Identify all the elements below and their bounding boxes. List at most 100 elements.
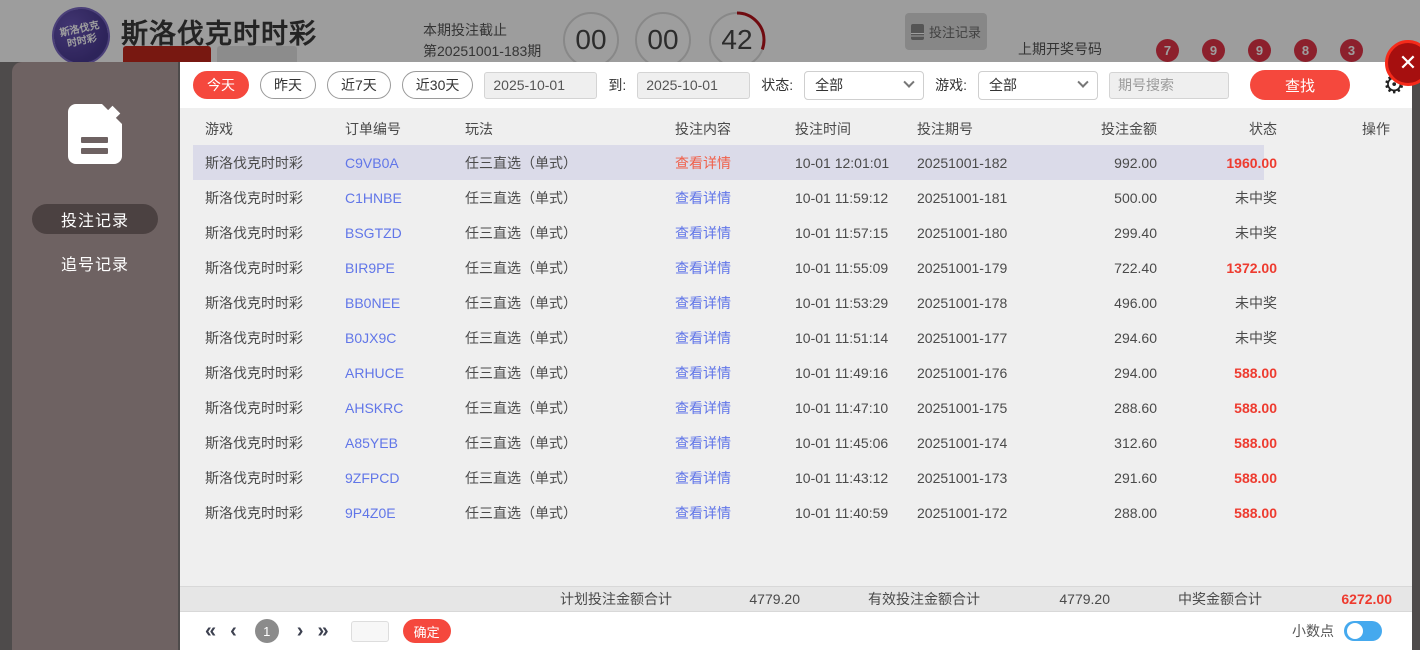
cell-order[interactable]: 9ZFPCD xyxy=(345,470,465,486)
date-from-input[interactable] xyxy=(484,71,598,99)
cell-order[interactable]: C9VB0A xyxy=(345,155,465,171)
cell-time: 10-01 11:51:14 xyxy=(795,329,889,346)
range-30days-button[interactable]: 近30天 xyxy=(401,71,474,99)
table-row: 斯洛伐克时时彩 9ZFPCD 任三直选（单式） 查看详情 10-01 11:43:12 2… xyxy=(180,460,1412,495)
range-yesterday-button[interactable]: 昨天 xyxy=(260,71,316,99)
header-play: 玩法 xyxy=(465,121,493,137)
cell-time: 10-01 11:53:29 xyxy=(795,294,889,311)
record-sidebar: 投注记录 追号记录 xyxy=(12,62,178,650)
cell-status: 588.00 xyxy=(1234,469,1277,486)
cell-order[interactable]: BB0NEE xyxy=(345,295,465,311)
page-jump-input[interactable] xyxy=(350,620,389,642)
cell-detail[interactable]: 查看详情 xyxy=(675,468,795,488)
header-content: 投注内容 xyxy=(675,121,731,137)
cell-play: 任三直选（单式） xyxy=(465,154,577,171)
cell-order[interactable]: BSGTZD xyxy=(345,225,465,241)
sidebar-item-bet-records[interactable]: 投注记录 xyxy=(32,204,158,234)
sidebar-item-chase-records[interactable]: 追号记录 xyxy=(32,248,158,278)
cell-time: 10-01 11:45:06 xyxy=(795,434,889,451)
bet-records-modal: 今天 昨天 近7天 近30天 到: 状态: 全部 游戏: 全部 查找 ⚙ 游戏 … xyxy=(180,62,1412,650)
cell-detail[interactable]: 查看详情 xyxy=(675,328,795,348)
cell-status: 未中奖 xyxy=(1235,189,1277,206)
cell-period: 20251001-182 xyxy=(917,154,1008,171)
period-search-input[interactable] xyxy=(1109,71,1230,99)
cell-amount: 294.60 xyxy=(1114,329,1157,346)
cell-play: 任三直选（单式） xyxy=(465,294,577,311)
cell-status: 588.00 xyxy=(1234,364,1277,381)
cell-game: 斯洛伐克时时彩 xyxy=(205,399,303,416)
cell-order[interactable]: A85YEB xyxy=(345,435,465,451)
decimal-toggle[interactable] xyxy=(1344,621,1382,641)
cell-status: 未中奖 xyxy=(1235,329,1277,346)
cell-order[interactable]: BIR9PE xyxy=(345,260,465,276)
status-select-value: 全部 xyxy=(815,77,844,93)
cell-game: 斯洛伐克时时彩 xyxy=(205,504,303,521)
plan-total-value: 4779.20 xyxy=(749,591,800,607)
cell-order[interactable]: C1HNBE xyxy=(345,190,465,206)
cell-play: 任三直选（单式） xyxy=(465,329,577,346)
cell-status: 588.00 xyxy=(1234,504,1277,521)
last-page-button[interactable]: » xyxy=(317,621,328,641)
cell-period: 20251001-176 xyxy=(917,364,1008,381)
header-amount: 投注金额 xyxy=(1101,121,1157,137)
cell-period: 20251001-180 xyxy=(917,224,1008,241)
cell-game: 斯洛伐克时时彩 xyxy=(205,224,303,241)
cell-order[interactable]: B0JX9C xyxy=(345,330,465,346)
range-today-button[interactable]: 今天 xyxy=(193,71,249,99)
cell-time: 10-01 11:57:15 xyxy=(795,224,889,241)
toggle-knob xyxy=(1347,623,1363,639)
cell-period: 20251001-175 xyxy=(917,399,1008,416)
current-page-button[interactable]: 1 xyxy=(254,619,279,643)
next-page-button[interactable]: › xyxy=(297,621,304,641)
cell-order[interactable]: AHSKRC xyxy=(345,400,465,416)
cell-game: 斯洛伐克时时彩 xyxy=(205,259,303,276)
cell-detail[interactable]: 查看详情 xyxy=(675,293,795,313)
cell-amount: 299.40 xyxy=(1114,224,1157,241)
cell-time: 10-01 11:40:59 xyxy=(795,504,889,521)
header-operation: 操作 xyxy=(1362,121,1390,137)
cell-game: 斯洛伐克时时彩 xyxy=(205,434,303,451)
cell-amount: 288.60 xyxy=(1114,399,1157,416)
cell-period: 20251001-179 xyxy=(917,259,1008,276)
cell-amount: 992.00 xyxy=(1114,154,1157,171)
valid-total-value: 4779.20 xyxy=(1059,591,1110,607)
status-select[interactable]: 全部 xyxy=(804,70,925,100)
chevron-down-icon xyxy=(903,76,915,88)
game-filter-label: 游戏: xyxy=(935,77,968,93)
cell-time: 10-01 11:47:10 xyxy=(795,399,889,416)
cell-status: 588.00 xyxy=(1234,399,1277,416)
cell-amount: 312.60 xyxy=(1114,434,1157,451)
cell-time: 10-01 11:49:16 xyxy=(795,364,889,381)
cell-detail[interactable]: 查看详情 xyxy=(675,433,795,453)
cell-order[interactable]: 9P4Z0E xyxy=(345,505,465,521)
cell-detail[interactable]: 查看详情 xyxy=(675,363,795,383)
cell-game: 斯洛伐克时时彩 xyxy=(205,294,303,311)
table-row: 斯洛伐克时时彩 BIR9PE 任三直选（单式） 查看详情 10-01 11:55:09 2… xyxy=(180,250,1412,285)
pagination-bar: « ‹ 1 › » 确定 小数点 xyxy=(180,612,1412,650)
cell-order[interactable]: ARHUCE xyxy=(345,365,465,381)
cell-detail[interactable]: 查看详情 xyxy=(675,258,795,278)
search-button[interactable]: 查找 xyxy=(1250,70,1351,100)
game-select[interactable]: 全部 xyxy=(978,70,1099,100)
header-order: 订单编号 xyxy=(345,121,401,137)
prev-page-button[interactable]: ‹ xyxy=(230,621,237,641)
cell-game: 斯洛伐克时时彩 xyxy=(205,469,303,486)
header-period: 投注期号 xyxy=(917,121,973,137)
win-total-value: 6272.00 xyxy=(1341,591,1392,607)
date-to-input[interactable] xyxy=(637,71,751,99)
page-jump-confirm-button[interactable]: 确定 xyxy=(402,619,451,643)
cell-detail[interactable]: 查看详情 xyxy=(675,188,795,208)
plan-total-label: 计划投注金额合计 xyxy=(560,591,672,607)
bet-records-table: 游戏 订单编号 玩法 投注内容 投注时间 投注期号 投注金额 状态 操作 斯洛伐… xyxy=(180,108,1412,586)
range-7days-button[interactable]: 近7天 xyxy=(327,71,391,99)
cell-detail[interactable]: 查看详情 xyxy=(675,503,795,523)
cell-detail[interactable]: 查看详情 xyxy=(675,153,795,173)
table-header-row: 游戏 订单编号 玩法 投注内容 投注时间 投注期号 投注金额 状态 操作 xyxy=(180,113,1412,145)
cell-detail[interactable]: 查看详情 xyxy=(675,398,795,418)
first-page-button[interactable]: « xyxy=(205,621,216,641)
cell-amount: 500.00 xyxy=(1114,189,1157,206)
cell-amount: 496.00 xyxy=(1114,294,1157,311)
cell-play: 任三直选（单式） xyxy=(465,189,577,206)
cell-detail[interactable]: 查看详情 xyxy=(675,223,795,243)
cell-period: 20251001-178 xyxy=(917,294,1008,311)
